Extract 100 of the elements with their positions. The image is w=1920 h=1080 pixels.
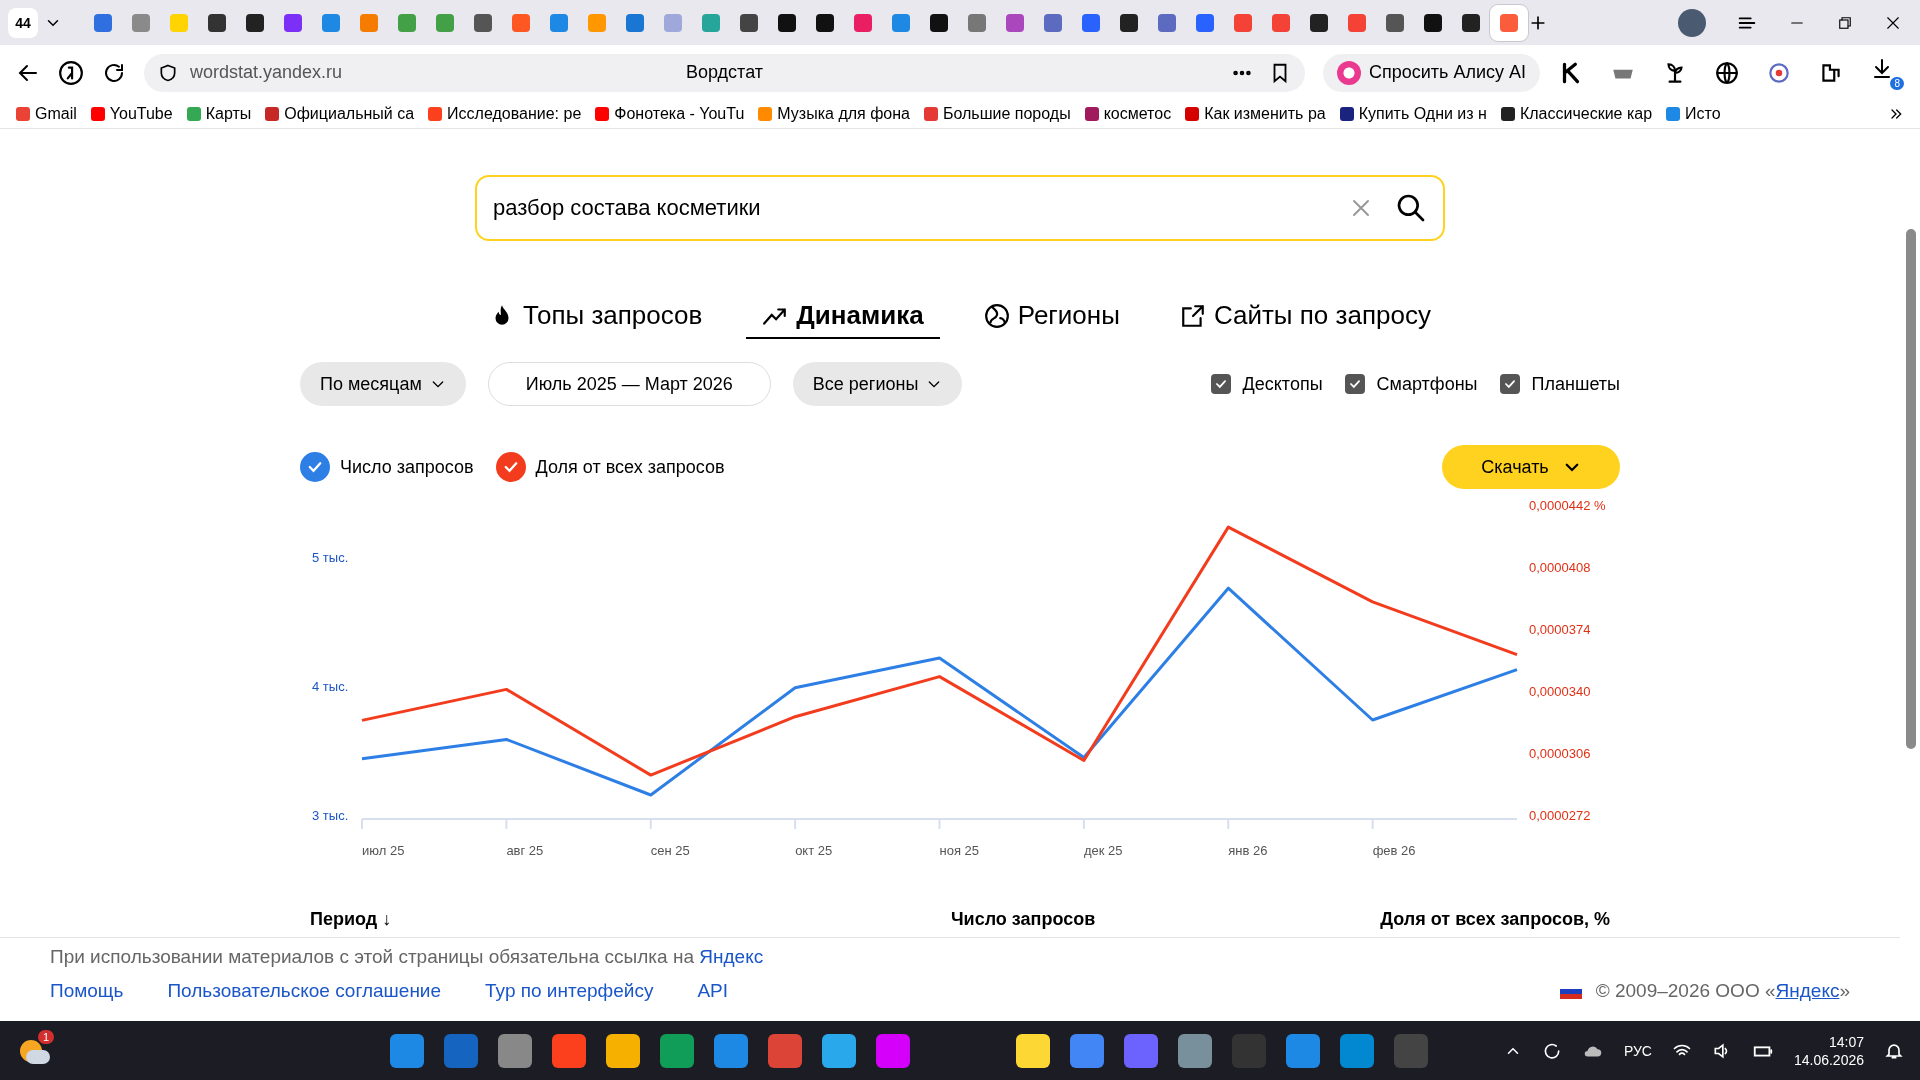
x-tick-label: авг 25 — [506, 843, 544, 858]
y-tick-label: 4 тыс. — [312, 679, 349, 695]
globe-icon[interactable] — [1714, 59, 1740, 86]
taskbar-app-icon[interactable] — [1286, 1034, 1320, 1068]
browser-logo-icon[interactable] — [58, 59, 84, 86]
bookmark[interactable]: Карты — [186, 105, 252, 123]
bell-icon[interactable] — [1884, 1041, 1904, 1061]
taskbar-app-icon[interactable] — [822, 1034, 856, 1068]
bookmark[interactable]: Исто — [1666, 105, 1721, 123]
search-icon — [1395, 192, 1427, 224]
taskbar-app-icon[interactable] — [1340, 1034, 1374, 1068]
address-bar[interactable]: wordstat.yandex.ru Вордстат — [144, 53, 1305, 92]
x-tick-label: фев 26 — [1372, 843, 1416, 858]
x-tick-label: дек 25 — [1083, 843, 1123, 858]
check-icon — [1213, 377, 1228, 391]
y2-tick-label: 0,0000408 — [1529, 560, 1591, 576]
checkbox[interactable] — [1499, 374, 1520, 394]
date: 14.06.2026 — [1793, 1051, 1864, 1069]
legend-dot[interactable] — [300, 452, 330, 482]
yandex-link[interactable]: Яндекс — [699, 946, 764, 967]
attribution-notice: При использовании материалов с этой страницы обязательна ссылка на Яндекс — [50, 946, 765, 968]
taskbar-app-icon[interactable] — [498, 1034, 532, 1068]
bookmark[interactable]: Классические кар — [1500, 105, 1653, 123]
bookmark[interactable]: Фонотека - YouTu — [595, 105, 745, 123]
checkbox[interactable] — [1210, 374, 1231, 394]
legend-dot[interactable] — [495, 452, 526, 482]
globe-icon — [983, 302, 1010, 329]
x-tick-label: сен 25 — [650, 843, 690, 858]
bookmark[interactable]: Большие породы — [923, 105, 1071, 123]
time: 14:07 — [1828, 1033, 1864, 1051]
legend-toggle[interactable]: Доля от всех запросов — [495, 452, 725, 482]
taskbar-app-icon[interactable] — [876, 1034, 910, 1068]
check-icon — [1347, 377, 1362, 391]
region-dropdown[interactable]: Все регионы — [792, 362, 963, 406]
y-tick-label: 5 тыс. — [312, 549, 349, 565]
legend-toggle[interactable]: Число запросов — [300, 452, 474, 482]
footer-link[interactable]: Помощь — [50, 980, 124, 1002]
column-header[interactable]: Число запросов — [950, 909, 1096, 930]
footer-link[interactable]: Тур по интерфейсу — [485, 980, 654, 1002]
y2-tick-label: 0,0000340 — [1529, 684, 1591, 700]
taskbar-app-icon[interactable] — [390, 1034, 424, 1068]
taskbar-app-icon[interactable] — [1070, 1034, 1104, 1068]
bookmark[interactable]: Исследование: ре — [428, 105, 582, 123]
y2-tick-label: 0,0000272 — [1529, 808, 1591, 824]
y2-tick-label: 0,0000306 — [1529, 746, 1591, 762]
search-field[interactable]: разбор состава косметики — [475, 175, 1445, 241]
scrollbar-thumb[interactable] — [1906, 229, 1916, 749]
device-checkbox[interactable]: Планшеты — [1499, 373, 1620, 395]
taskbar-app-icon[interactable] — [714, 1034, 748, 1068]
column-header[interactable]: Период ↓ — [310, 909, 392, 930]
url-text: wordstat.yandex.ru — [190, 62, 343, 83]
taskbar-app-icon[interactable] — [660, 1034, 694, 1068]
bookmark[interactable]: Музыка для фона — [758, 105, 910, 123]
date-range-field[interactable]: Июль 2025 — Март 2026 — [487, 362, 771, 406]
taskbar-app-icon[interactable] — [1124, 1034, 1158, 1068]
downloads-badge: 8 — [1890, 76, 1904, 90]
alice-button[interactable]: Спросить Алису AI — [1322, 53, 1540, 92]
external-link-icon — [1179, 302, 1206, 329]
page-title: Вордстат — [685, 62, 763, 82]
bookmark[interactable]: Как изменить ра — [1185, 105, 1326, 123]
copyright: © 2009–2026 ООО «Яндекс» — [1595, 980, 1850, 1002]
sync-icon[interactable] — [1541, 1041, 1562, 1061]
period-dropdown[interactable]: По месяцам — [300, 362, 466, 406]
tab[interactable]: Динамика — [746, 294, 940, 339]
tab[interactable]: Сайты по запросу — [1163, 294, 1447, 339]
clock[interactable]: 14:07 14.06.2026 — [1793, 1033, 1864, 1069]
device-checkbox[interactable]: Десктопы — [1210, 373, 1323, 395]
yandex-link[interactable]: Яндекс — [1775, 980, 1840, 1001]
download-button[interactable]: Скачать — [1442, 445, 1620, 489]
bookmark[interactable]: YouTube — [90, 105, 173, 123]
tab-counter[interactable]: 44 — [8, 7, 38, 38]
footer-link[interactable]: API — [697, 980, 729, 1002]
x-tick-label: янв 26 — [1228, 843, 1268, 858]
device-checkbox[interactable]: Смартфоны — [1344, 373, 1478, 395]
taskbar-app-icon[interactable] — [606, 1034, 640, 1068]
y-tick-label: 3 тыс. — [312, 808, 349, 824]
taskbar-app-icon[interactable] — [768, 1034, 802, 1068]
column-header[interactable]: Доля от всех запросов, % — [1380, 909, 1610, 930]
taskbar-app-icon[interactable] — [1178, 1034, 1212, 1068]
y2-tick-label: 0,0000442 % — [1529, 499, 1606, 514]
tab[interactable]: Регионы — [967, 294, 1136, 339]
tab[interactable]: Топы запросов — [473, 294, 719, 339]
language-indicator[interactable]: РУС — [1623, 1043, 1652, 1059]
profile-avatar[interactable] — [1678, 8, 1706, 37]
taskbar-app-icon[interactable] — [1016, 1034, 1050, 1068]
notification-badge: 1 — [37, 1030, 54, 1044]
footer-link[interactable]: Пользовательское соглашение — [167, 980, 442, 1002]
downloads-button[interactable]: 8 — [1870, 55, 1904, 90]
x-tick-label: июл 25 — [362, 843, 405, 858]
bookmark[interactable]: Официальный са — [265, 105, 415, 123]
bookmark[interactable]: Купить Одни из н — [1339, 105, 1487, 123]
bookmark[interactable]: косметос — [1084, 105, 1172, 123]
checkbox[interactable] — [1344, 374, 1365, 394]
y2-tick-label: 0,0000374 — [1529, 622, 1591, 638]
x-tick-label: ноя 25 — [939, 843, 980, 858]
taskbar-app-icon[interactable] — [552, 1034, 586, 1068]
bookmark[interactable]: Gmail — [16, 105, 77, 123]
shield-icon — [158, 62, 178, 83]
x-tick-label: окт 25 — [795, 843, 833, 858]
check-icon — [1502, 377, 1517, 391]
